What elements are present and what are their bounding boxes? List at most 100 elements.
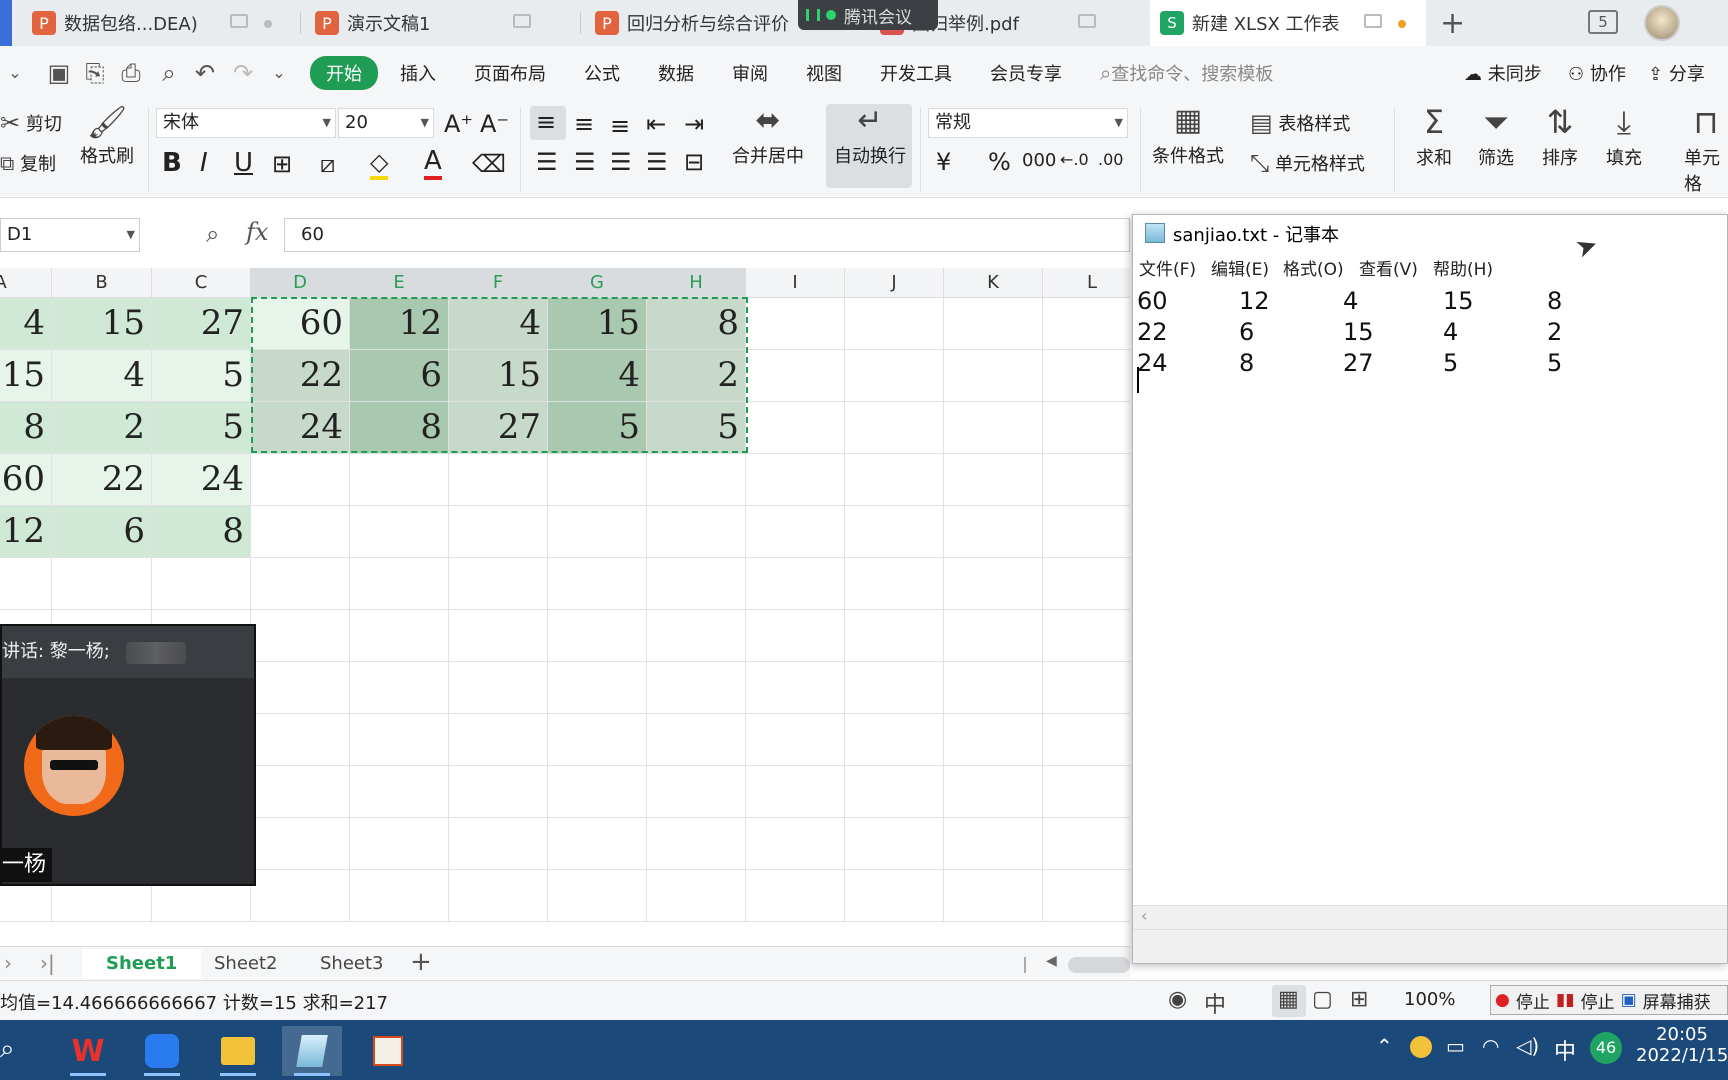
taskbar-notepad[interactable]: [282, 1026, 342, 1076]
grid-cell[interactable]: [845, 662, 944, 714]
horizontal-scrollbar[interactable]: [1068, 957, 1130, 973]
thousands-icon[interactable]: 000: [1022, 150, 1056, 171]
tab-ppt-dea[interactable]: P 数据包络...DEA): [22, 0, 292, 46]
grid-cell[interactable]: [746, 662, 845, 714]
clock[interactable]: 20:05 2022/1/15: [1636, 1024, 1728, 1066]
percent-icon[interactable]: %: [988, 148, 1011, 176]
user-avatar[interactable]: [1644, 5, 1680, 41]
grid-cell[interactable]: [449, 766, 548, 818]
screen-capture-button[interactable]: 屏幕捕获: [1643, 988, 1711, 1013]
number-format-select[interactable]: 常规 ▼: [928, 108, 1128, 138]
grid-cell[interactable]: [647, 558, 746, 610]
grid-cell[interactable]: [548, 714, 647, 766]
grid-cell[interactable]: 8: [0, 402, 52, 454]
grid-cell[interactable]: [1043, 818, 1130, 870]
meeting-video-tile[interactable]: 讲话: 黎一杨; 一杨: [0, 624, 256, 886]
grid-cell[interactable]: [1043, 506, 1130, 558]
redo-icon[interactable]: ↷: [228, 58, 258, 88]
cell-style-button[interactable]: ⤡ 单元格样式: [1250, 150, 1365, 176]
shrink-font-button[interactable]: A⁻: [480, 110, 509, 138]
wifi-icon[interactable]: ◠: [1482, 1034, 1499, 1058]
tab-count-button[interactable]: 5: [1588, 10, 1618, 34]
notepad-menu-file[interactable]: 文件(F): [1139, 255, 1196, 280]
grid-cell[interactable]: 27: [152, 298, 251, 350]
grid-cell[interactable]: [1043, 662, 1130, 714]
eraser-icon[interactable]: ⌫: [472, 150, 506, 178]
scroll-left-icon[interactable]: ◀: [1046, 953, 1057, 969]
notepad-menu-edit[interactable]: 编辑(E): [1211, 255, 1269, 280]
grid-cell[interactable]: [944, 350, 1043, 402]
tab-xlsx-active[interactable]: S 新建 XLSX 工作表: [1150, 0, 1426, 46]
align-bottom-icon[interactable]: ≡: [610, 112, 630, 140]
grid-cell[interactable]: [350, 766, 449, 818]
grid-cell[interactable]: [845, 402, 944, 454]
grid-cell[interactable]: [350, 558, 449, 610]
meeting-banner[interactable]: 腾讯会议: [798, 0, 938, 30]
grid-cell[interactable]: [548, 870, 647, 922]
grid-cell[interactable]: [944, 662, 1043, 714]
share-button[interactable]: ⇪ 分享: [1648, 60, 1705, 86]
tab-ppt-demo[interactable]: P 演示文稿1: [305, 0, 575, 46]
grid-cell[interactable]: [944, 454, 1043, 506]
grid-cell[interactable]: 24: [251, 402, 350, 454]
grid-cell[interactable]: [251, 818, 350, 870]
grid-cell[interactable]: [746, 766, 845, 818]
grid-cell[interactable]: [52, 558, 152, 610]
grid-cell[interactable]: [845, 818, 944, 870]
grid-cell[interactable]: [647, 610, 746, 662]
grid-cell[interactable]: [944, 402, 1043, 454]
menu-insert[interactable]: 插入: [400, 60, 436, 86]
print-icon[interactable]: ⎙: [116, 58, 146, 88]
grid-cell[interactable]: [746, 402, 845, 454]
sum-button[interactable]: Σ 求和: [1416, 106, 1452, 170]
menu-review[interactable]: 审阅: [732, 60, 768, 86]
grid-cell[interactable]: 15: [548, 298, 647, 350]
menu-formulas[interactable]: 公式: [584, 60, 620, 86]
notepad-text-area[interactable]: 60 12 4 15 8 22 6 15 4 2 24 8 27 5 5: [1133, 281, 1727, 901]
grid-cell[interactable]: [350, 506, 449, 558]
filter-button[interactable]: ⏷ 筛选: [1478, 106, 1514, 170]
grid-cell[interactable]: [647, 714, 746, 766]
notepad-menu-help[interactable]: 帮助(H): [1433, 255, 1493, 280]
font-size-select[interactable]: 20 ▼: [338, 108, 434, 138]
grid-cell[interactable]: [1043, 350, 1130, 402]
notepad-menu-view[interactable]: 查看(V): [1359, 255, 1418, 280]
column-header[interactable]: E: [350, 268, 449, 298]
save-icon[interactable]: ▣: [44, 58, 74, 88]
more-chevron-icon[interactable]: ⌄: [264, 58, 294, 88]
grid-cell[interactable]: [746, 870, 845, 922]
grid-cell[interactable]: [548, 558, 647, 610]
notepad-hscrollbar[interactable]: ‹: [1133, 905, 1727, 929]
sheet-tab-3[interactable]: Sheet3: [296, 949, 408, 979]
grid-cell[interactable]: 22: [251, 350, 350, 402]
grid-cell[interactable]: 60: [0, 454, 52, 506]
grid-cell[interactable]: [1043, 298, 1130, 350]
bold-button[interactable]: B: [162, 148, 182, 178]
grid-cell[interactable]: [350, 454, 449, 506]
notepad-menu-format[interactable]: 格式(O): [1283, 255, 1344, 280]
grid-cell[interactable]: [1043, 610, 1130, 662]
column-header[interactable]: C: [152, 268, 251, 298]
grid-cell[interactable]: [845, 714, 944, 766]
grid-cell[interactable]: [548, 766, 647, 818]
grid-cell[interactable]: [251, 714, 350, 766]
grid-cell[interactable]: 24: [152, 454, 251, 506]
grid-cell[interactable]: [647, 454, 746, 506]
notepad-window[interactable]: sanjiao.txt - 记事本 文件(F) 编辑(E) 格式(O) 查看(V…: [1132, 214, 1728, 964]
grid-cell[interactable]: [1043, 454, 1130, 506]
column-header[interactable]: J: [845, 268, 944, 298]
grid-cell[interactable]: 6: [350, 350, 449, 402]
ime-indicator[interactable]: 中: [1554, 1034, 1576, 1066]
grid-cell[interactable]: [647, 870, 746, 922]
sheet-tab-2[interactable]: Sheet2: [190, 949, 302, 979]
cut-button[interactable]: ✂ 剪切: [0, 110, 62, 136]
grid-cell[interactable]: [746, 714, 845, 766]
page-layout-icon[interactable]: ▢: [1312, 987, 1333, 1012]
grid-cell[interactable]: 4: [449, 298, 548, 350]
column-header[interactable]: A: [0, 268, 52, 298]
menu-page-layout[interactable]: 页面布局: [474, 60, 546, 86]
menu-start[interactable]: 开始: [310, 56, 378, 90]
grid-cell[interactable]: [1043, 870, 1130, 922]
grid-cell[interactable]: [746, 506, 845, 558]
grid-cell[interactable]: [1043, 766, 1130, 818]
